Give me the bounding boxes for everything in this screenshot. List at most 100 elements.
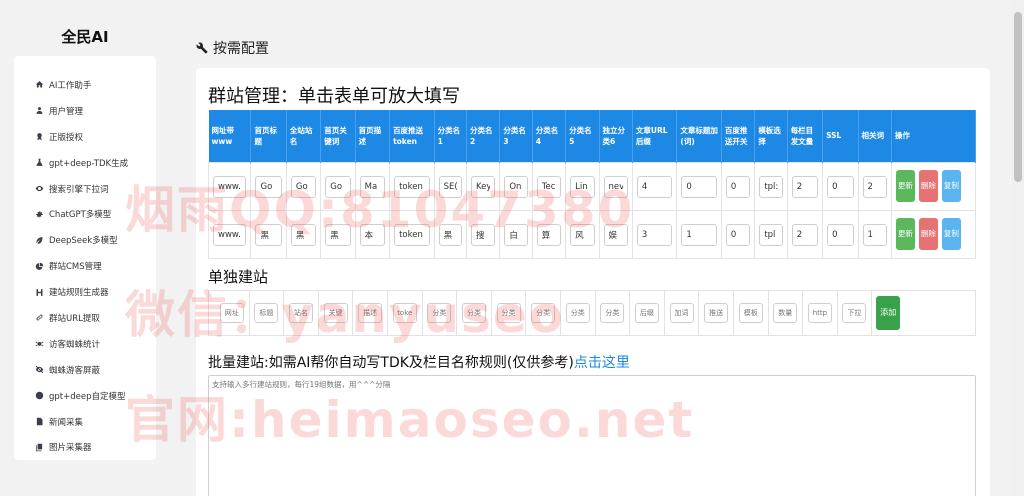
table-cell [250,161,287,211]
single-field-input[interactable] [565,303,590,323]
cell-input[interactable] [394,224,430,246]
sidebar-item[interactable]: 新闻采集 [14,409,156,435]
cell-input[interactable] [536,223,562,246]
update-button[interactable]: 更新 [895,170,915,202]
cell-input[interactable] [213,176,247,198]
cell-input[interactable] [290,176,317,198]
single-field-input[interactable] [600,303,625,323]
globe-icon [34,391,44,401]
single-field-input[interactable] [288,303,313,323]
single-field-input[interactable] [392,303,417,323]
copy-button[interactable]: 复制 [941,170,961,202]
cell-input[interactable] [504,176,528,198]
single-field-input[interactable] [254,303,279,323]
cell-input[interactable] [470,223,496,246]
cell-input[interactable] [827,176,854,198]
table-cell [822,209,859,259]
cell-input[interactable] [394,176,430,198]
sidebar-item[interactable]: 群站URL提取 [14,305,156,331]
single-field-input[interactable] [669,303,694,323]
single-field-input[interactable] [704,303,729,323]
sidebar-item[interactable]: 搜索引擎下拉词 [14,176,156,202]
single-field-input[interactable] [323,303,348,323]
sidebar-item-label: 正版授权 [49,132,84,143]
cell-input[interactable] [759,176,783,198]
single-field-input[interactable] [531,303,556,323]
cell-input[interactable] [636,176,673,198]
single-field-input[interactable] [427,303,452,323]
sidebar-item[interactable]: 建站规则生成器 [14,279,156,305]
sidebar-item[interactable]: 蜘蛛游客屏蔽 [14,357,156,383]
sidebar-item[interactable]: AI工作助手 [14,72,156,98]
sidebar-item[interactable]: gpt+deep-TDK生成 [14,150,156,176]
table-cell [565,209,600,259]
eye-icon [34,184,44,194]
cell-input[interactable] [681,224,717,246]
cell-input[interactable] [570,223,595,246]
cell-input[interactable] [862,224,887,246]
cell-input[interactable] [290,223,317,246]
single-field-input[interactable] [496,303,521,323]
cell-input[interactable] [438,223,462,246]
page-scrollbar[interactable] [1012,0,1024,496]
single-field-input[interactable] [807,303,832,323]
cell-input[interactable] [325,176,351,198]
cell-input[interactable] [255,176,282,198]
single-field-cell [353,290,388,336]
single-field-cell [492,290,527,336]
cell-input[interactable] [759,224,783,246]
cell-input[interactable] [359,176,386,198]
single-field-input[interactable] [634,303,659,323]
update-button[interactable]: 更新 [895,218,915,250]
ai-help-link[interactable]: 点击这里 [574,355,630,371]
cell-input[interactable] [791,176,819,198]
single-field-input[interactable] [219,303,244,323]
sidebar-item[interactable]: 群站CMS管理 [14,253,156,279]
sidebar-item[interactable]: 正版授权 [14,124,156,150]
cell-input[interactable] [536,176,562,198]
cell-input[interactable] [862,176,887,198]
cell-input[interactable] [325,223,351,246]
cell-input[interactable] [255,223,282,246]
cell-input[interactable] [681,176,717,198]
delete-button[interactable]: 删除 [918,170,938,202]
single-field-cell [803,290,838,336]
sidebar-item-label: gpt+deep-TDK生成 [49,158,129,169]
table-cell [531,161,567,211]
cell-input[interactable] [791,224,819,246]
group-manage-title: 群站管理：单击表单可放大填写 [208,86,460,107]
add-site-button[interactable]: 添加 [876,296,901,330]
scrollbar-thumb[interactable] [1014,12,1022,182]
cell-input[interactable] [603,176,628,198]
table-cell [285,161,322,211]
cell-input[interactable] [725,224,751,246]
sidebar-item[interactable]: DeepSeek多模型 [14,227,156,253]
cell-input[interactable] [827,224,854,246]
table-cell [631,209,678,259]
delete-button[interactable]: 删除 [918,218,938,250]
single-field-input[interactable] [461,303,486,323]
column-header: 文章标题加(词) [676,110,722,162]
cell-input[interactable] [504,223,528,246]
single-field-input[interactable] [358,303,383,323]
sidebar-item[interactable]: gpt+deep自定模型 [14,383,156,409]
user-icon [34,106,44,116]
single-field-input[interactable] [842,303,867,323]
batch-rules-input[interactable] [208,375,976,496]
sidebar-item[interactable]: 访客蜘蛛统计 [14,331,156,357]
cell-input[interactable] [359,223,386,246]
sidebar-item[interactable]: 图片采集器 [14,434,156,460]
single-field-input[interactable] [738,303,763,323]
sidebar-item[interactable]: 用户管理 [14,98,156,124]
cell-input[interactable] [213,224,247,246]
copy-button[interactable]: 复制 [941,218,961,250]
cell-input[interactable] [470,176,496,198]
single-field-input[interactable] [773,303,798,323]
sidebar-item[interactable]: ChatGPT多模型 [14,201,156,227]
cell-input[interactable] [636,224,673,246]
column-header: 百度推送开关 [721,110,756,162]
cell-input[interactable] [603,223,628,246]
cell-input[interactable] [725,176,751,198]
cell-input[interactable] [570,176,595,198]
cell-input[interactable] [438,176,462,198]
